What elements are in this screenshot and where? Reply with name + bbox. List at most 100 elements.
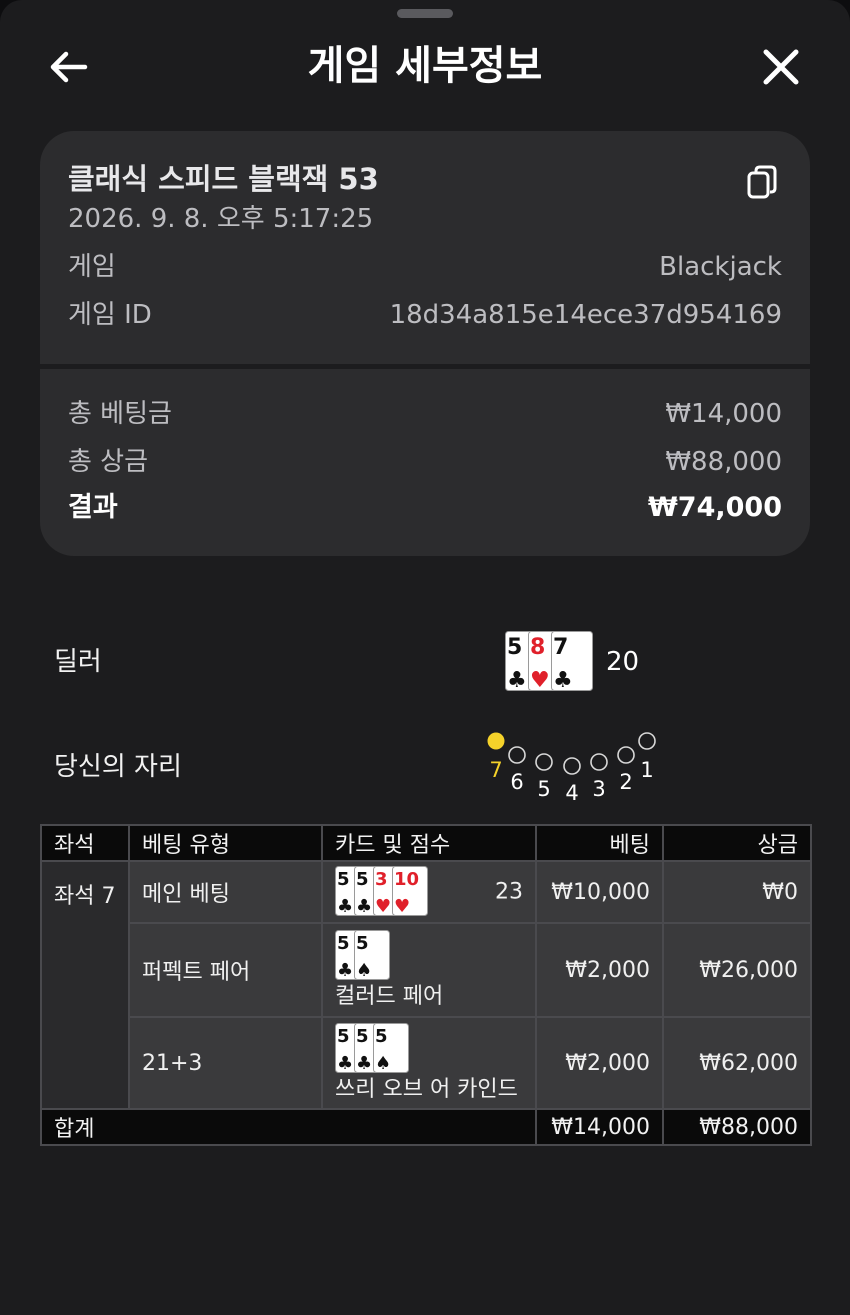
card-suit: ♥ xyxy=(394,896,410,917)
total-row: 합계 ₩14,000 ₩88,000 xyxy=(40,1108,812,1146)
hand-score: 23 xyxy=(495,879,523,905)
card-rank: 5 xyxy=(337,1026,350,1047)
card-rank: 10 xyxy=(394,869,419,890)
seat-number: 6 xyxy=(510,770,523,794)
bet-cell: ₩2,000 xyxy=(535,922,664,1018)
cards-cell: 5 ♣ 5 ♠ 컬러드 페어 xyxy=(321,922,537,1018)
seat-marker xyxy=(508,746,526,764)
hand-cards: 5♣5♣3♥10♥ xyxy=(335,866,428,917)
seat-number: 2 xyxy=(619,770,632,794)
result-value: ₩74,000 xyxy=(648,492,782,523)
card-rank: 5 xyxy=(337,869,350,890)
card-suit: ♥ xyxy=(375,896,391,917)
total-bet-value: ₩14,000 xyxy=(665,399,782,429)
game-details-sheet: 게임 세부정보 클래식 스피드 블랙잭 53 2026. 9. 8. 오후 5:… xyxy=(0,0,850,1315)
bet-details-table: 좌석 베팅 유형 카드 및 점수 베팅 상금 좌석 7 메인 베팅 5 ♣ 5 ♣ 3 ♥… xyxy=(40,824,812,1146)
card-suit: ♣ xyxy=(356,896,372,917)
card-rank: 8 xyxy=(530,635,545,660)
game-value: Blackjack xyxy=(659,252,782,282)
total-bet-row: 총 베팅금 ₩14,000 xyxy=(68,396,782,432)
total-win-label: 총 상금 xyxy=(68,447,149,477)
seat-cell: 좌석 7 xyxy=(40,860,130,1110)
dealer-hand: 5 ♣ 8 ♥ 7 ♣ xyxy=(505,631,593,697)
card-suit: ♠ xyxy=(375,1053,391,1074)
game-datetime: 2026. 9. 8. 오후 5:17:25 xyxy=(68,204,374,234)
seat-marker xyxy=(487,732,505,750)
card-rank: 5 xyxy=(356,869,369,890)
header-cards: 카드 및 점수 xyxy=(321,824,537,862)
dealer-label: 딜러 xyxy=(54,647,102,677)
bet-type-cell: 퍼펙트 페어 xyxy=(128,922,323,1018)
hand-label: 쓰리 오브 어 카인드 xyxy=(335,1077,518,1102)
bet-type-cell: 메인 베팅 xyxy=(128,860,323,924)
hand-label: 컬러드 페어 xyxy=(335,984,444,1009)
header-win: 상금 xyxy=(662,824,812,862)
copy-icon[interactable] xyxy=(746,164,780,200)
card-suit: ♣ xyxy=(337,960,353,981)
game-id-value[interactable]: 18d34a815e14ece37d954169 xyxy=(390,297,782,333)
card-suit: ♣ xyxy=(553,668,573,693)
card-rank: 5 xyxy=(507,635,522,660)
total-label: 합계 xyxy=(40,1108,537,1146)
seat-marker xyxy=(617,746,635,764)
playing-card: 5♠ xyxy=(354,930,390,981)
game-label: 게임 xyxy=(68,252,116,282)
sheet-grabber[interactable] xyxy=(397,9,453,18)
seat-number: 3 xyxy=(592,777,605,801)
result-label: 결과 xyxy=(68,492,118,523)
seat-marker xyxy=(638,732,656,750)
total-win: ₩88,000 xyxy=(662,1108,812,1146)
game-summary-card: 클래식 스피드 블랙잭 53 2026. 9. 8. 오후 5:17:25 게임… xyxy=(40,131,810,556)
hand-cards: 5♣5♠ xyxy=(335,930,390,981)
header-seat: 좌석 xyxy=(40,824,130,862)
total-win-value: ₩88,000 xyxy=(665,447,782,477)
card-rank: 7 xyxy=(553,635,568,660)
seat-map: 7654321 xyxy=(480,728,670,808)
playing-card: 5♠ xyxy=(373,1023,409,1074)
table-row: 퍼펙트 페어 5 ♣ 5 ♠ 컬러드 페어 ₩2,000 ₩26,000 xyxy=(41,922,812,1018)
card-suit: ♥ xyxy=(530,668,550,693)
seat-number: 7 xyxy=(489,758,502,782)
result-row: 결과 ₩74,000 xyxy=(68,490,782,526)
card-rank: 5 xyxy=(356,933,369,954)
playing-card: 10 ♥ xyxy=(392,866,428,917)
seat-marker xyxy=(590,753,608,771)
game-id-label: 게임 ID xyxy=(68,300,152,330)
total-bet-label: 총 베팅금 xyxy=(68,399,172,429)
playing-card: 7♣ xyxy=(551,631,593,693)
bet-cell: ₩2,000 xyxy=(535,1016,664,1110)
header-bet: 베팅 xyxy=(535,824,664,862)
seat-number: 1 xyxy=(640,758,653,782)
card-suit: ♣ xyxy=(356,1053,372,1074)
card-suit: ♣ xyxy=(337,1053,353,1074)
card-rank: 5 xyxy=(375,1026,388,1047)
card-suit: ♣ xyxy=(507,668,527,693)
cards-cell: 5 ♣ 5 ♣ 5 ♠ 쓰리 오브 어 카인드 xyxy=(321,1016,537,1110)
header-bet-type: 베팅 유형 xyxy=(128,824,323,862)
bet-cell: ₩10,000 xyxy=(535,860,664,924)
card-rank: 5 xyxy=(356,1026,369,1047)
win-cell: ₩62,000 xyxy=(662,1016,812,1110)
total-bet: ₩14,000 xyxy=(535,1108,664,1146)
hand-cards: 5♣5♣5♠ xyxy=(335,1023,409,1074)
dealer-score: 20 xyxy=(606,647,640,677)
seat-number: 4 xyxy=(565,781,578,805)
card-divider xyxy=(40,364,810,369)
cards-cell: 5 ♣ 5 ♣ 3 ♥ 10 ♥ 23 xyxy=(321,860,537,924)
card-rank: 3 xyxy=(375,869,388,890)
seat-marker xyxy=(563,757,581,775)
card-rank: 5 xyxy=(337,933,350,954)
game-name: 클래식 스피드 블랙잭 53 xyxy=(68,162,379,196)
win-cell: ₩26,000 xyxy=(662,922,812,1018)
total-win-row: 총 상금 ₩88,000 xyxy=(68,444,782,480)
page-title: 게임 세부정보 xyxy=(307,43,543,89)
table-row: 좌석 7 메인 베팅 5 ♣ 5 ♣ 3 ♥ 10 ♥ 23 ₩10,000 ₩0 xyxy=(40,860,812,1110)
game-id-row: 게임 ID 18d34a815e14ece37d954169 xyxy=(68,297,782,333)
seat-label: 당신의 자리 xyxy=(54,752,182,782)
game-row: 게임 Blackjack xyxy=(68,249,782,285)
close-icon[interactable] xyxy=(752,38,810,96)
seat-marker xyxy=(535,753,553,771)
seat-number: 5 xyxy=(537,777,550,801)
card-suit: ♣ xyxy=(337,896,353,917)
table-row: 21+3 5 ♣ 5 ♣ 5 ♠ 쓰리 오브 어 카인드 ₩2,000 ₩62,000 xyxy=(41,1016,812,1110)
